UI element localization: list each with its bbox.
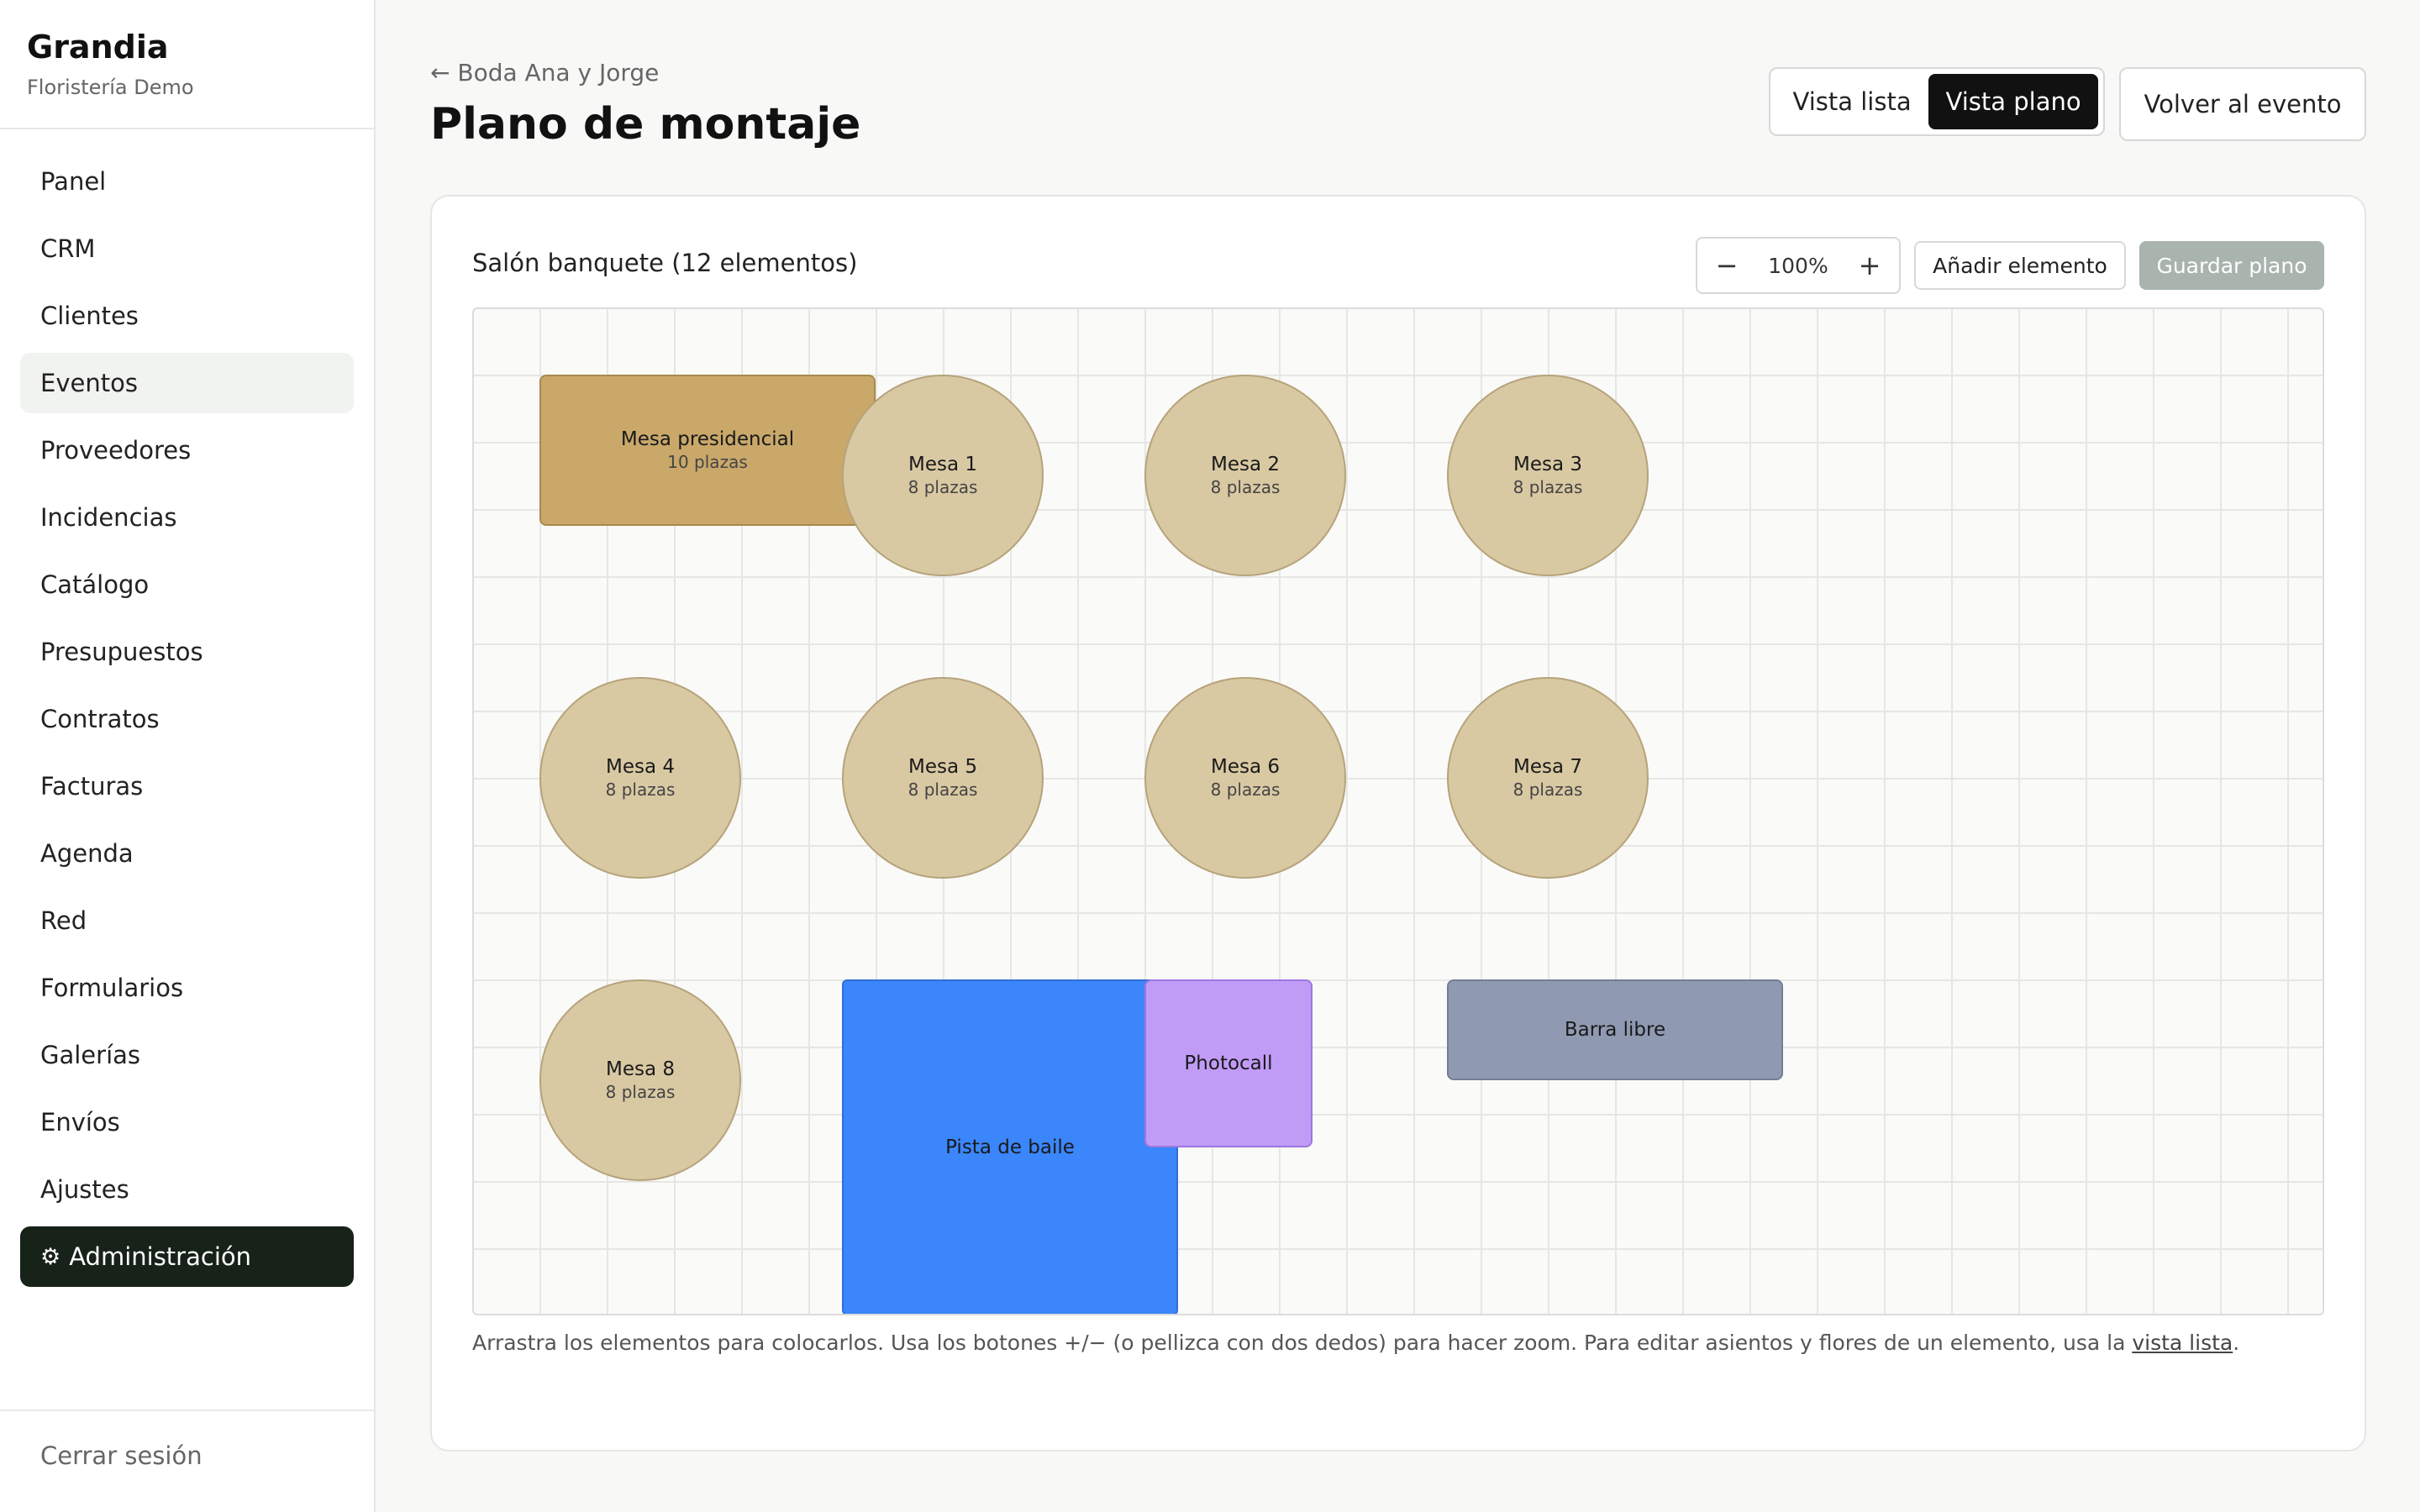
element-seats: 8 plazas [908,477,978,497]
sidebar-item-crm[interactable]: CRM [20,218,354,279]
add-element-button[interactable]: Añadir elemento [1914,241,2126,290]
element-name: Mesa 2 [1210,454,1281,475]
element-name: Mesa 7 [1512,756,1583,778]
element-name: Mesa 8 [605,1058,676,1080]
sidebar-item-panel[interactable]: Panel [20,151,354,212]
element-seats: 8 plazas [908,780,978,800]
help-text: Arrastra los elementos para colocarlos. … [472,1331,2239,1355]
sidebar-item-catalogo[interactable]: Catálogo [20,554,354,615]
help-text-body: Arrastra los elementos para colocarlos. … [472,1331,2133,1355]
round-table-6[interactable]: Mesa 6 8 plazas [1144,677,1346,879]
breadcrumb-back-link[interactable]: ← Boda Ana y Jorge [430,59,659,87]
sidebar-item-formularios[interactable]: Formularios [20,958,354,1018]
plan-view-button[interactable]: Vista plano [1928,74,2098,129]
sidebar-item-red[interactable]: Red [20,890,354,951]
gear-icon: ⚙ [40,1243,61,1270]
brand-subtitle: Floristería Demo [27,76,194,99]
open-bar[interactable]: Barra libre [1447,979,1783,1080]
element-seats: 8 plazas [1512,780,1583,800]
round-table-8[interactable]: Mesa 8 8 plazas [539,979,741,1181]
round-table-3[interactable]: Mesa 3 8 plazas [1447,375,1649,576]
element-name: Mesa 6 [1210,756,1281,778]
element-name: Mesa 1 [908,454,978,475]
room-title: Salón banquete (12 elementos) [472,249,858,277]
sidebar-item-clientes[interactable]: Clientes [20,286,354,346]
save-plan-button[interactable]: Guardar plano [2139,241,2324,290]
logout-section: Cerrar sesión [0,1410,374,1512]
round-table-5[interactable]: Mesa 5 8 plazas [842,677,1044,879]
sidebar-item-agenda[interactable]: Agenda [20,823,354,884]
sidebar-item-eventos[interactable]: Eventos [20,353,354,413]
element-seats: 8 plazas [1512,477,1583,497]
sidebar-nav: Panel CRM Clientes Eventos Proveedores I… [0,129,374,1287]
zoom-level: 100% [1768,253,1828,278]
sidebar-item-envios[interactable]: Envíos [20,1092,354,1152]
element-name: Mesa presidencial [620,428,795,450]
sidebar-item-galerias[interactable]: Galerías [20,1025,354,1085]
floor-plan-canvas[interactable]: Mesa presidencial 10 plazas Mesa 1 8 pla… [472,307,2324,1315]
round-table-1[interactable]: Mesa 1 8 plazas [842,375,1044,576]
presidential-table[interactable]: Mesa presidencial 10 plazas [539,375,876,526]
element-seats: 8 plazas [605,780,676,800]
element-seats: 8 plazas [605,1082,676,1102]
sidebar-item-presupuestos[interactable]: Presupuestos [20,622,354,682]
round-table-4[interactable]: Mesa 4 8 plazas [539,677,741,879]
sidebar-item-incidencias[interactable]: Incidencias [20,487,354,548]
brand: Grandia Floristería Demo [0,0,374,129]
element-name: Mesa 5 [908,756,978,778]
dance-floor[interactable]: Pista de baile [842,979,1178,1314]
sidebar-item-administracion[interactable]: ⚙ Administración [20,1226,354,1287]
element-seats: 8 plazas [1210,780,1281,800]
element-seats: 8 plazas [1210,477,1281,497]
list-view-button[interactable]: Vista lista [1776,74,1928,129]
back-to-event-button[interactable]: Volver al evento [2119,67,2366,141]
help-text-end: . [2233,1331,2240,1355]
zoom-out-button[interactable]: − [1712,249,1741,281]
zoom-control: − 100% + [1696,237,1901,294]
sidebar-item-contratos[interactable]: Contratos [20,689,354,749]
sidebar-item-ajustes[interactable]: Ajustes [20,1159,354,1220]
photocall[interactable]: Photocall [1144,979,1313,1147]
zoom-in-button[interactable]: + [1855,249,1884,281]
element-name: Mesa 4 [605,756,676,778]
logout-link[interactable]: Cerrar sesión [40,1441,334,1470]
element-name: Photocall [1184,1053,1273,1074]
brand-name: Grandia [27,29,169,66]
sidebar-item-proveedores[interactable]: Proveedores [20,420,354,480]
element-name: Barra libre [1564,1019,1666,1041]
sidebar-item-facturas[interactable]: Facturas [20,756,354,816]
page-title: Plano de montaje [430,99,861,150]
element-name: Mesa 3 [1512,454,1583,475]
admin-label: Administración [69,1242,251,1271]
element-name: Pista de baile [945,1137,1075,1158]
list-view-link[interactable]: vista lista [2132,1331,2233,1355]
sidebar: Grandia Floristería Demo Panel CRM Clien… [0,0,376,1512]
round-table-2[interactable]: Mesa 2 8 plazas [1144,375,1346,576]
view-toggle: Vista lista Vista plano [1769,67,2105,136]
element-seats: 10 plazas [667,452,748,472]
round-table-7[interactable]: Mesa 7 8 plazas [1447,677,1649,879]
